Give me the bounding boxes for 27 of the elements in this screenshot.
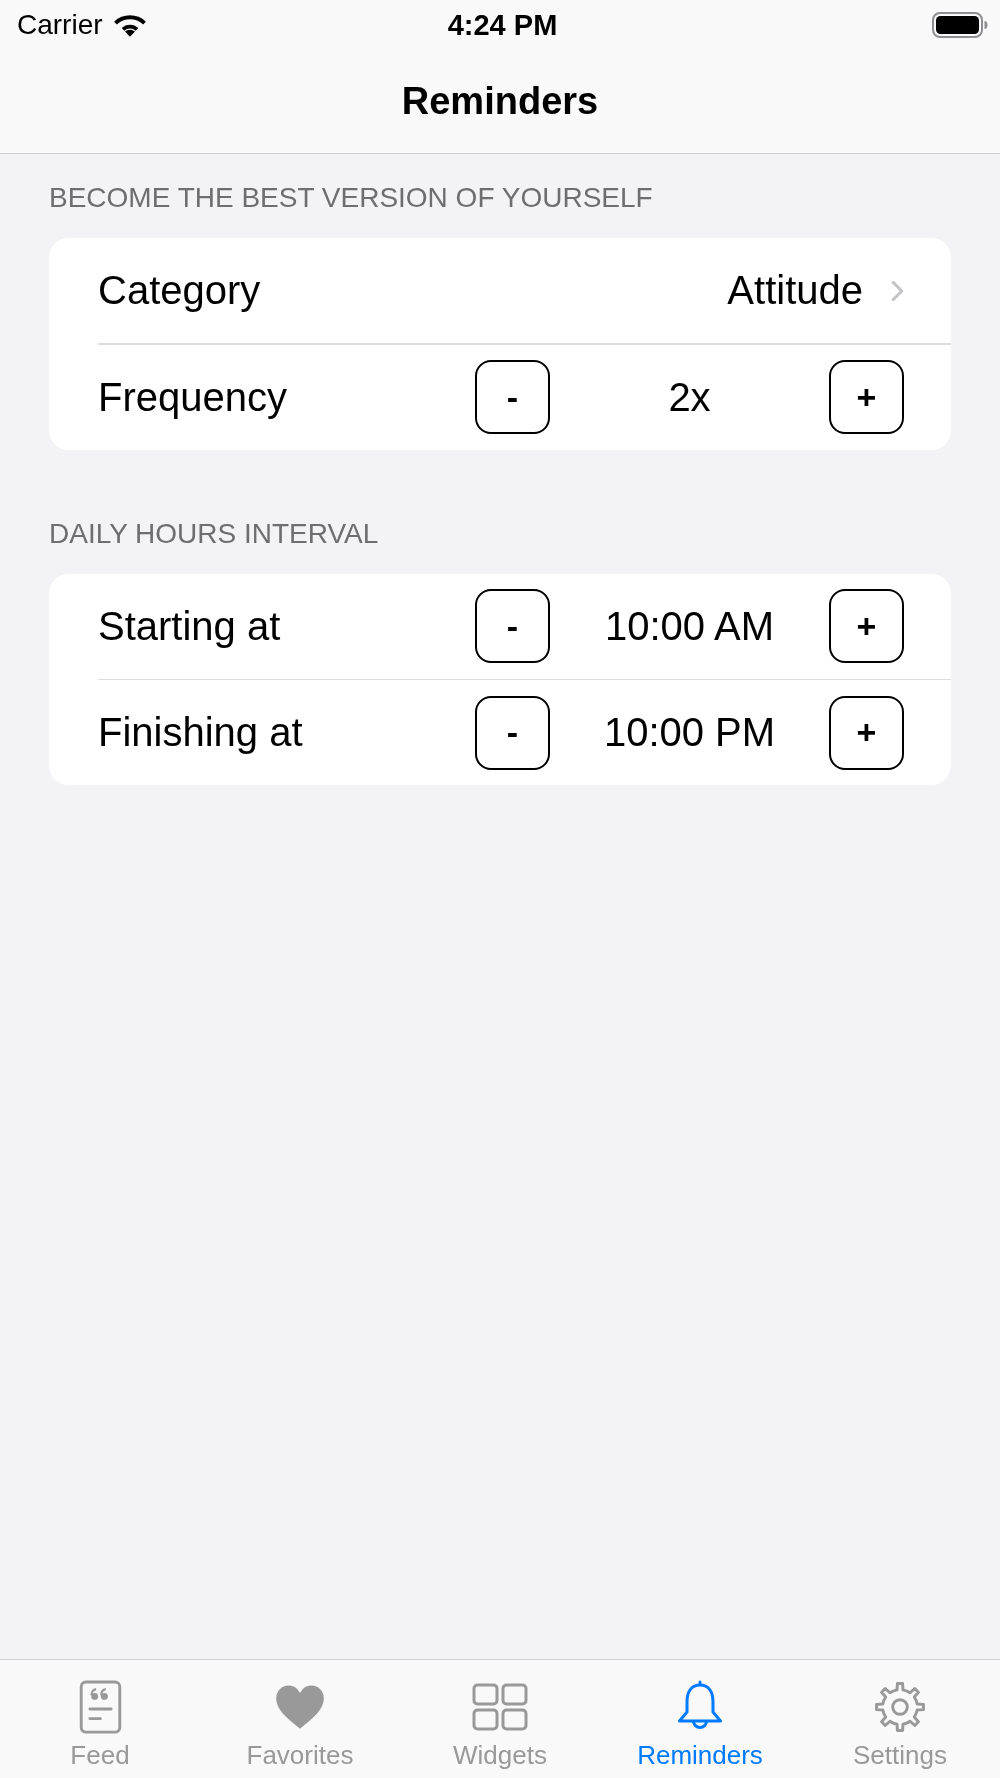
increment-button[interactable]: + [829,695,904,770]
increment-button[interactable]: + [829,360,904,434]
battery-icon [932,12,988,38]
grid-icon [472,1683,528,1731]
status-time: 4:24 PM [447,8,558,42]
stepper-value: 10:00 AM [605,603,774,649]
heart-icon [274,1683,326,1731]
tab[interactable]: Reminders [600,1660,800,1778]
increment-button[interactable]: + [829,589,904,663]
row-label: Frequency [98,374,287,420]
row-label: Category [98,268,261,313]
chevron-right-icon[interactable] [891,279,904,302]
screen-title: Reminders [401,80,599,123]
quote-document-icon [78,1680,122,1734]
stepper-value: 10:00 PM [603,710,776,755]
carrier-name: Carrier [17,9,103,41]
decrement-button[interactable]: - [475,589,550,663]
section-header: DAILY HOURS INTERVAL [49,517,379,550]
row-label: Finishing at [98,710,303,755]
section-header: BECOME THE BEST VERSION OF YOURSELF [49,182,653,214]
stepper-value: 2x [668,374,711,420]
decrement-button[interactable]: - [475,360,550,434]
decrement-button[interactable]: - [475,695,550,770]
wifi-icon [112,12,147,38]
row-label: Starting at [98,603,281,649]
settings-icon [873,1680,927,1734]
row-value[interactable]: Attitude [727,268,863,313]
